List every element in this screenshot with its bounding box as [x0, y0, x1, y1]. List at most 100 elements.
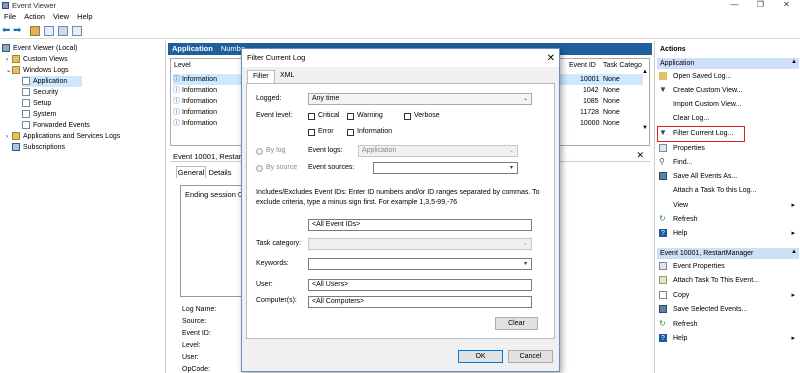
critical-checkbox[interactable] — [308, 113, 315, 120]
back-arrow-icon[interactable]: ⬅ — [2, 26, 12, 36]
event-sources-select[interactable]: ▾ — [373, 162, 518, 174]
menu-file[interactable]: File — [0, 11, 20, 22]
menu-view[interactable]: View — [49, 11, 73, 22]
critical-label: Critical — [318, 112, 340, 119]
action-refresh[interactable]: ↻ Refresh — [659, 214, 698, 226]
by-log-radio[interactable] — [256, 148, 263, 155]
action-create-custom-view[interactable]: ▼ Create Custom View... — [659, 85, 743, 97]
properties-icon — [659, 262, 667, 271]
scroll-up-icon[interactable]: ▲ — [642, 69, 648, 75]
help-book-icon[interactable] — [58, 26, 68, 36]
action-attach-task-to-event[interactable]: Attach Task To This Event... — [659, 275, 759, 287]
by-source-radio[interactable] — [256, 165, 263, 172]
column-header-task-category[interactable]: Task Catego — [603, 62, 642, 69]
tab-general[interactable]: General — [176, 166, 206, 178]
action-attach-task-to-log[interactable]: Attach a Task To this Log... — [659, 185, 756, 197]
event-description-box[interactable]: Ending session 0 s — [180, 185, 248, 297]
actions-pane: Actions Application ▲ Open Saved Log... … — [654, 41, 800, 373]
tree-item-custom-views[interactable]: › Custom Views — [6, 54, 68, 65]
close-button[interactable]: ✕ — [774, 0, 799, 9]
folder-icon[interactable] — [30, 26, 40, 36]
tree-item-forwarded-events[interactable]: Forwarded Events — [22, 120, 90, 131]
tree-item-event-viewer-local[interactable]: Event Viewer (Local) — [2, 43, 77, 54]
menu-bar: File Action View Help — [0, 11, 800, 23]
keywords-select[interactable]: ▾ — [308, 258, 532, 270]
tree-item-system[interactable]: System — [22, 109, 56, 120]
filter-panel: Logged: Any time ⌄ Event level: Critical … — [246, 83, 555, 339]
action-properties[interactable]: Properties — [659, 143, 705, 155]
event-logs-select[interactable]: Application ⌄ — [358, 145, 518, 157]
action-save-all-events[interactable]: Save All Events As... — [659, 171, 737, 183]
tab-details[interactable]: Details — [207, 167, 233, 178]
panel-icon[interactable] — [72, 26, 82, 36]
action-save-selected-events[interactable]: Save Selected Events... — [659, 304, 747, 316]
info-icon: ⓘ — [173, 109, 180, 116]
info-icon: ⓘ — [173, 98, 180, 105]
action-event-properties[interactable]: Event Properties — [659, 261, 725, 273]
action-view[interactable]: View ▸ — [659, 200, 795, 212]
log-icon — [22, 110, 30, 119]
tree-item-security[interactable]: Security — [22, 87, 58, 98]
title-bar: Event Viewer — ❐ ✕ — [0, 0, 800, 11]
help-icon: ? — [659, 229, 667, 238]
logged-label: Logged: — [256, 95, 282, 102]
information-checkbox[interactable] — [347, 129, 354, 136]
event-sources-label: Event sources: — [308, 164, 355, 171]
tree-item-windows-logs[interactable]: ⌄ Windows Logs — [6, 65, 69, 76]
scroll-down-icon[interactable]: ▼ — [642, 125, 648, 131]
action-clear-log[interactable]: Clear Log... — [659, 113, 709, 125]
filter-icon: ▼ — [659, 85, 667, 95]
action-refresh-event[interactable]: ↻ Refresh — [659, 319, 698, 331]
menu-help[interactable]: Help — [73, 11, 96, 22]
refresh-icon: ↻ — [659, 214, 666, 224]
action-find[interactable]: ⚲ Find... — [659, 157, 692, 169]
actions-section-application[interactable]: Application — [657, 58, 799, 69]
console-icon[interactable] — [44, 26, 54, 36]
open-folder-icon — [659, 72, 667, 81]
column-header-level[interactable]: Level — [174, 62, 191, 69]
event-ids-input[interactable]: <All Event IDs> — [308, 219, 532, 231]
collapse-icon[interactable]: ▲ — [791, 249, 797, 255]
action-import-custom-view[interactable]: Import Custom View... — [659, 99, 741, 111]
submenu-arrow-icon: ▸ — [791, 230, 795, 237]
copy-icon — [659, 291, 667, 300]
cancel-button[interactable]: Cancel — [508, 350, 553, 363]
user-input[interactable]: <All Users> — [308, 279, 532, 291]
actions-section-event[interactable]: Event 10001, RestartManager — [657, 248, 799, 259]
chevron-down-icon: ⌄ — [522, 96, 529, 102]
menu-action[interactable]: Action — [20, 11, 49, 22]
forward-arrow-icon[interactable]: ➡ — [13, 26, 23, 36]
task-category-select[interactable]: ⌄ — [308, 238, 532, 250]
tree-item-applications-and-services-logs[interactable]: › Applications and Services Logs — [6, 131, 120, 142]
ok-button[interactable]: OK — [458, 350, 503, 363]
action-filter-current-log[interactable]: ▼ Filter Current Log... — [657, 126, 745, 142]
dialog-close-icon[interactable]: ✕ — [547, 50, 555, 68]
submenu-arrow-icon: ▸ — [791, 335, 795, 342]
column-header-event-id[interactable]: Event ID — [569, 62, 596, 69]
tab-filter[interactable]: Filter — [247, 70, 275, 83]
field-log-name: Log Name: — [182, 306, 217, 313]
blank-icon — [659, 186, 667, 194]
minimize-button[interactable]: — — [722, 0, 747, 9]
info-icon: ⓘ — [173, 120, 180, 127]
verbose-checkbox[interactable] — [404, 113, 411, 120]
logged-select[interactable]: Any time ⌄ — [308, 93, 532, 105]
warning-checkbox[interactable] — [347, 113, 354, 120]
tree-item-setup[interactable]: Setup — [22, 98, 51, 109]
collapse-icon[interactable]: ▲ — [791, 59, 797, 65]
field-user: User: — [182, 354, 199, 361]
maximize-button[interactable]: ❐ — [748, 0, 773, 9]
clear-button[interactable]: Clear — [495, 317, 538, 330]
error-checkbox[interactable] — [308, 129, 315, 136]
info-icon: ⓘ — [173, 87, 180, 94]
close-icon[interactable]: ✕ — [636, 150, 644, 161]
tree-item-application[interactable]: Application — [22, 76, 82, 87]
action-help[interactable]: ? Help ▸ — [659, 228, 795, 240]
action-open-saved-log[interactable]: Open Saved Log... — [659, 71, 731, 83]
action-help-event[interactable]: ? Help ▸ — [659, 333, 795, 345]
tree-item-subscriptions[interactable]: Subscriptions — [12, 142, 65, 153]
dialog-title: Filter Current Log ✕ — [242, 49, 559, 67]
tab-xml[interactable]: XML — [275, 70, 299, 83]
action-copy[interactable]: Copy ▸ — [659, 290, 795, 302]
computer-input[interactable]: <All Computers> — [308, 296, 532, 308]
